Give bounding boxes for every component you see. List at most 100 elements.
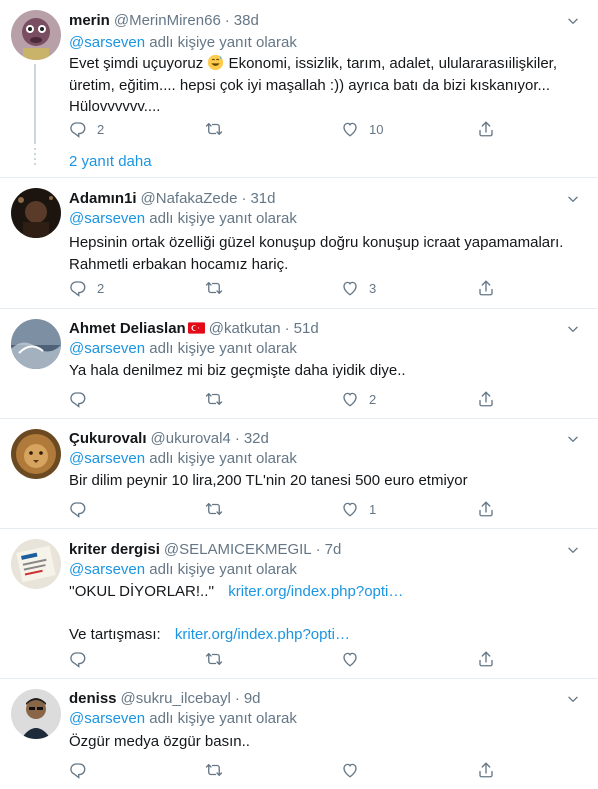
avatar[interactable] — [11, 319, 61, 369]
retweet-button[interactable] — [205, 119, 233, 139]
thread-dots — [33, 148, 37, 168]
heart-icon — [341, 390, 359, 408]
chevron-down-icon[interactable] — [566, 432, 580, 446]
like-button[interactable]: 3 — [341, 278, 376, 298]
chevron-down-icon[interactable] — [566, 322, 580, 336]
timestamp[interactable]: 51d — [294, 320, 319, 337]
like-button[interactable] — [341, 649, 369, 669]
chevron-down-icon[interactable] — [566, 14, 580, 28]
user-handle[interactable]: @katkutan — [209, 320, 281, 337]
like-button[interactable]: 10 — [341, 119, 383, 139]
reply-button[interactable] — [69, 389, 97, 409]
heart-icon — [341, 650, 359, 668]
share-button[interactable] — [477, 649, 495, 669]
tweet-text: Özgür medya özgür basın.. — [69, 733, 250, 750]
tweet-header: Ahmet Deliaslan @katkutan · 51d — [69, 318, 319, 338]
reply-button[interactable] — [69, 760, 97, 780]
more-replies-link[interactable]: 2 yanıt daha — [69, 153, 152, 170]
tweet-text: Ya hala denilmez mi biz geçmişte daha iy… — [69, 362, 406, 379]
display-name[interactable]: merin — [69, 12, 110, 29]
separator: · — [224, 11, 230, 29]
share-button[interactable] — [477, 389, 495, 409]
user-handle[interactable]: @sukru_ilcebayl — [121, 690, 231, 707]
tweet[interactable]: merin @MerinMiren66 · 38d @sarseven adlı… — [0, 0, 598, 178]
reply-button[interactable] — [69, 499, 97, 519]
reply-context-label: adlı kişiye yanıt olarak — [149, 710, 297, 727]
tweet-link[interactable]: kriter.org/index.php?opti… — [175, 626, 350, 643]
like-button[interactable] — [341, 760, 369, 780]
display-name[interactable]: Adamın1i — [69, 190, 137, 207]
separator: · — [284, 319, 290, 337]
tweet[interactable]: deniss @sukru_ilcebayl · 9d @sarseven ad… — [0, 679, 598, 789]
user-handle[interactable]: @SELAMICEKMEGIL — [164, 541, 312, 558]
retweet-button[interactable] — [205, 278, 233, 298]
reply-button[interactable] — [69, 649, 97, 669]
user-handle[interactable]: @NafakaZede — [141, 190, 238, 207]
tweet-text: Bir dilim peynir 10 lira,200 TL'nin 20 t… — [69, 472, 468, 489]
mention-link[interactable]: @sarseven — [69, 710, 145, 727]
thread-line — [34, 64, 36, 144]
retweet-button[interactable] — [205, 499, 233, 519]
avatar[interactable] — [11, 429, 61, 479]
retweet-button[interactable] — [205, 389, 233, 409]
reply-button[interactable]: 2 — [69, 278, 104, 298]
display-name[interactable]: Ahmet Deliaslan — [69, 320, 186, 337]
tweet[interactable]: Çukurovalı @ukuroval4 · 32d @sarseven ad… — [0, 419, 598, 529]
timestamp[interactable]: 38d — [234, 12, 259, 29]
like-button[interactable]: 2 — [341, 389, 376, 409]
separator: · — [315, 540, 321, 558]
reply-button[interactable]: 2 — [69, 119, 104, 139]
chevron-down-icon[interactable] — [566, 692, 580, 706]
share-icon — [477, 500, 495, 518]
share-button[interactable] — [477, 499, 495, 519]
mention-link[interactable]: @sarseven — [69, 210, 145, 227]
timestamp[interactable]: 9d — [244, 690, 261, 707]
timestamp[interactable]: 32d — [244, 430, 269, 447]
mention-link[interactable]: @sarseven — [69, 561, 145, 578]
retweet-icon — [205, 120, 223, 138]
display-name[interactable]: kriter dergisi — [69, 541, 160, 558]
reply-context: @sarseven adlı kişiye yanıt olarak — [69, 710, 297, 727]
tweet-actions — [69, 760, 509, 780]
avatar[interactable] — [11, 10, 61, 60]
retweet-icon — [205, 500, 223, 518]
avatar[interactable] — [11, 188, 61, 238]
like-button[interactable]: 1 — [341, 499, 376, 519]
user-handle[interactable]: @ukuroval4 — [151, 430, 231, 447]
share-button[interactable] — [477, 760, 495, 780]
like-count: 10 — [369, 121, 384, 137]
chevron-down-icon[interactable] — [566, 543, 580, 557]
display-name[interactable]: deniss — [69, 690, 117, 707]
share-button[interactable] — [477, 119, 495, 139]
timestamp[interactable]: 31d — [250, 190, 275, 207]
user-handle[interactable]: @MerinMiren66 — [114, 12, 221, 29]
tweet[interactable]: Adamın1i @NafakaZede · 31d @sarseven adl… — [0, 178, 598, 309]
tweet-header: Çukurovalı @ukuroval4 · 32d — [69, 428, 269, 448]
mention-link[interactable]: @sarseven — [69, 340, 145, 357]
tweet-text: Hepsinin ortak özelliği güzel konuşup do… — [69, 234, 564, 273]
tweet-header: deniss @sukru_ilcebayl · 9d — [69, 688, 261, 708]
chevron-down-icon[interactable] — [566, 192, 580, 206]
avatar[interactable] — [11, 539, 61, 589]
reply-icon — [69, 390, 87, 408]
avatar[interactable] — [11, 689, 61, 739]
tweet[interactable]: Ahmet Deliaslan @katkutan · 51d @sarseve… — [0, 309, 598, 419]
share-icon — [477, 279, 495, 297]
mention-link[interactable]: @sarseven — [69, 34, 145, 51]
like-count: 2 — [369, 391, 377, 407]
timestamp[interactable]: 7d — [325, 541, 342, 558]
retweet-button[interactable] — [205, 760, 233, 780]
tweet-text: Evet şimdi uçuyoruz Ekonomi, issizlik, t… — [69, 53, 579, 118]
tweet-link[interactable]: kriter.org/index.php?opti… — [228, 583, 403, 600]
separator: · — [241, 189, 247, 207]
retweet-icon — [205, 761, 223, 779]
display-name[interactable]: Çukurovalı — [69, 430, 147, 447]
heart-icon — [341, 120, 359, 138]
retweet-button[interactable] — [205, 649, 233, 669]
tweet[interactable]: kriter dergisi @SELAMICEKMEGIL · 7d @sar… — [0, 529, 598, 679]
share-button[interactable] — [477, 278, 495, 298]
reply-context-label: adlı kişiye yanıt olarak — [149, 561, 297, 578]
mention-link[interactable]: @sarseven — [69, 450, 145, 467]
heart-icon — [341, 279, 359, 297]
share-icon — [477, 120, 495, 138]
